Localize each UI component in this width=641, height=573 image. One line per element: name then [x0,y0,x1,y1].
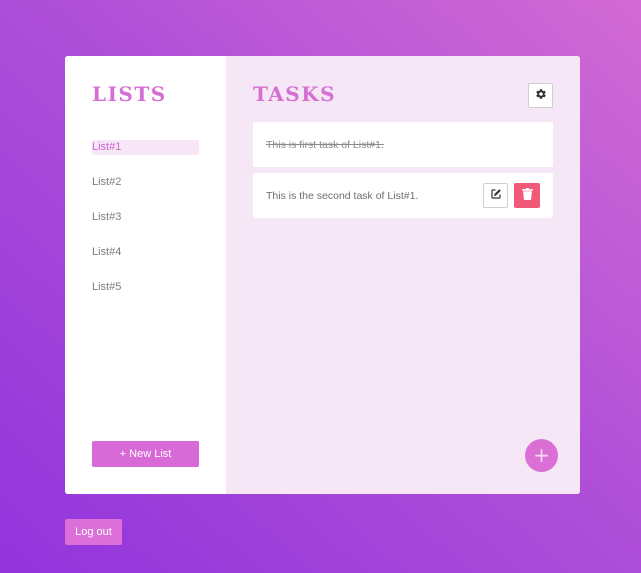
trash-icon [521,188,533,203]
gear-icon [535,88,547,103]
tasks-title: TASKS [253,82,337,106]
sidebar-item-list-2[interactable]: List#2 [92,175,199,190]
task-text: This is the second task of List#1. [266,189,419,202]
edit-icon [490,188,502,203]
tasks-panel: TASKS This is first task of List#1. This… [226,56,580,494]
sidebar-item-list-4[interactable]: List#4 [92,245,199,260]
lists-sidebar: LISTS List#1 List#2 List#3 List#4 List#5… [65,56,226,494]
edit-task-button[interactable] [483,183,508,208]
new-list-button[interactable]: + New List [92,441,199,467]
sidebar-item-list-5[interactable]: List#5 [92,280,199,295]
task-text: This is first task of List#1. [266,138,384,151]
sidebar-item-list-3[interactable]: List#3 [92,210,199,225]
settings-button[interactable] [528,83,553,108]
task-item[interactable]: This is first task of List#1. [253,122,553,167]
list-items: List#1 List#2 List#3 List#4 List#5 [92,140,199,315]
lists-title: LISTS [92,82,167,106]
app-card: LISTS List#1 List#2 List#3 List#4 List#5… [65,56,580,494]
delete-task-button[interactable] [514,183,540,208]
task-item[interactable]: This is the second task of List#1. [253,173,553,218]
logout-button[interactable]: Log out [65,519,122,545]
add-task-button[interactable]: + [525,439,558,472]
sidebar-item-list-1[interactable]: List#1 [92,140,199,155]
